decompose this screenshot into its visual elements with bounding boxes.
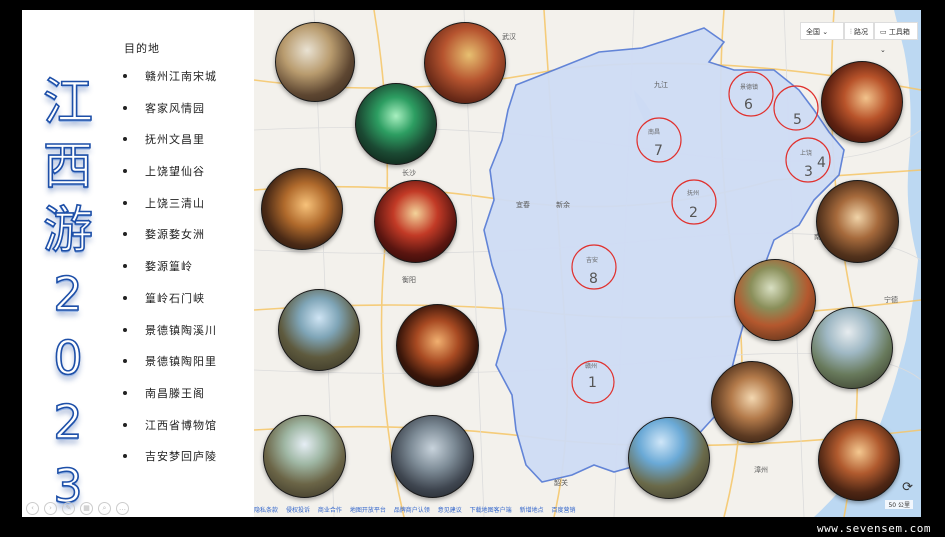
footer-link[interactable]: 地图开放平台	[350, 507, 386, 514]
city-label: 抚州	[687, 189, 699, 197]
toolbox-button[interactable]: ▭ 工具箱 ⌄	[874, 22, 918, 54]
map-marker-number: 8	[589, 271, 598, 287]
photo-circle	[424, 22, 506, 104]
photo-circle	[278, 289, 360, 371]
destination-item: 景德镇陶溪川	[120, 322, 217, 354]
destination-item: 抚州文昌里	[120, 131, 217, 163]
photo-circle	[396, 304, 479, 387]
toolbox-icon: ▭	[880, 28, 887, 36]
chevron-down-icon: ⌄	[880, 46, 886, 54]
slides-grid-icon[interactable]: ▦	[80, 502, 93, 515]
map-marker-number: 7	[654, 143, 663, 159]
destination-item: 赣州江南宋城	[120, 68, 217, 100]
map-view[interactable]: 1 2 4 5 6 7 8 3 南昌 吉安 赣州 景德镇 上饶 抚州 长沙 宜春…	[254, 10, 921, 517]
destinations-heading: 目的地	[124, 42, 160, 55]
traffic-button[interactable]: ⫶ 路况	[844, 22, 874, 40]
destination-item: 南昌滕王阁	[120, 385, 217, 417]
map-marker-number: 6	[744, 97, 753, 113]
city-label: 宜春	[516, 201, 530, 209]
refresh-icon[interactable]: ⟳	[902, 480, 913, 495]
photo-circle	[816, 180, 899, 263]
photo-circle	[261, 168, 343, 250]
map-footer: 隐私条款 侵权投诉 商业合作 地图开放平台 品牌商户认领 意见建议 下载地图客户…	[254, 504, 921, 517]
destination-item: 婺源婺女洲	[120, 226, 217, 258]
city-label: 赣州	[585, 362, 597, 370]
title-char: 江	[42, 72, 94, 132]
toolbox-label: 工具箱	[888, 28, 910, 36]
photo-circle	[355, 83, 437, 165]
footer-link[interactable]: 隐私条款	[254, 507, 278, 514]
city-label: 长沙	[402, 169, 416, 177]
title-char: 西	[42, 136, 94, 196]
city-label: 韶关	[554, 479, 568, 487]
traffic-icon: ⫶	[850, 28, 852, 36]
footer-link[interactable]: 商业合作	[318, 507, 342, 514]
footer-link[interactable]: 侵权投诉	[286, 507, 310, 514]
photo-circle	[628, 417, 710, 499]
title-char: 2	[53, 266, 84, 322]
destination-item: 上饶望仙谷	[120, 163, 217, 195]
photo-circle	[275, 22, 355, 102]
photo-circle	[263, 415, 346, 498]
vertical-title: 江 西 游 2 0 2 3	[42, 70, 94, 517]
map-canvas: 1 2 4 5 6 7 8 3 南昌 吉安 赣州 景德镇 上饶 抚州	[254, 10, 921, 517]
destination-item: 婺源篁岭	[120, 258, 217, 290]
photo-circle	[711, 361, 793, 443]
photo-circle	[821, 61, 903, 143]
destination-item: 江西省博物馆	[120, 417, 217, 449]
chevron-down-icon: ⌄	[822, 28, 829, 36]
title-char: 游	[42, 200, 94, 260]
city-label: 新余	[556, 201, 570, 209]
map-marker-number: 4	[817, 155, 826, 171]
footer-link[interactable]: 新增地点	[520, 507, 544, 514]
photo-circle	[391, 415, 474, 498]
destination-item: 景德镇陶阳里	[120, 353, 217, 385]
footer-link[interactable]: 下载地图客户端	[470, 507, 512, 514]
city-label: 漳州	[754, 466, 768, 474]
map-marker-number: 1	[588, 375, 597, 391]
footer-link[interactable]: 百度营销	[552, 507, 576, 514]
destination-item: 客家风情园	[120, 100, 217, 132]
region-label: 全国	[806, 28, 820, 36]
city-label: 吉安	[586, 256, 598, 264]
city-label: 宁德	[884, 296, 898, 304]
photo-circle	[374, 180, 457, 263]
destination-item: 吉安梦回庐陵	[120, 448, 217, 480]
city-label: 景德镇	[740, 83, 758, 91]
city-label: 九江	[654, 81, 668, 89]
city-label: 武汉	[502, 33, 516, 41]
footer-link[interactable]: 品牌商户认领	[394, 507, 430, 514]
footer-link[interactable]: 意见建议	[438, 507, 462, 514]
map-marker-number: 5	[793, 112, 802, 128]
destination-list: 赣州江南宋城 客家风情园 抚州文昌里 上饶望仙谷 上饶三清山 婺源婺女洲 婺源篁…	[120, 68, 217, 480]
watermark: www.sevensem.com	[817, 522, 931, 535]
map-marker-number: 2	[689, 205, 698, 221]
photo-circle	[734, 259, 816, 341]
more-options-icon[interactable]: …	[116, 502, 129, 515]
title-char: 2	[53, 394, 84, 450]
region-selector[interactable]: 全国 ⌄	[800, 22, 844, 40]
destination-item: 上饶三清山	[120, 195, 217, 227]
pen-icon[interactable]: ✎	[62, 502, 75, 515]
city-label: 上饶	[800, 149, 812, 157]
slide: 江 西 游 2 0 2 3 目的地 赣州江南宋城 客家风情园 抚州文昌里 上饶望…	[22, 10, 921, 517]
next-slide-icon[interactable]: ›	[44, 502, 57, 515]
photo-circle	[811, 307, 893, 389]
traffic-label: 路况	[853, 28, 868, 36]
city-label: 衡阳	[402, 276, 416, 284]
map-marker-number: 3	[804, 164, 813, 180]
zoom-icon[interactable]: ⌕	[98, 502, 111, 515]
prev-slide-icon[interactable]: ‹	[26, 502, 39, 515]
title-char: 0	[53, 330, 84, 386]
title-panel: 江 西 游 2 0 2 3 目的地 赣州江南宋城 客家风情园 抚州文昌里 上饶望…	[22, 10, 254, 517]
photo-circle	[818, 419, 900, 501]
destination-item: 篁岭石门峡	[120, 290, 217, 322]
city-label: 南昌	[648, 128, 660, 136]
